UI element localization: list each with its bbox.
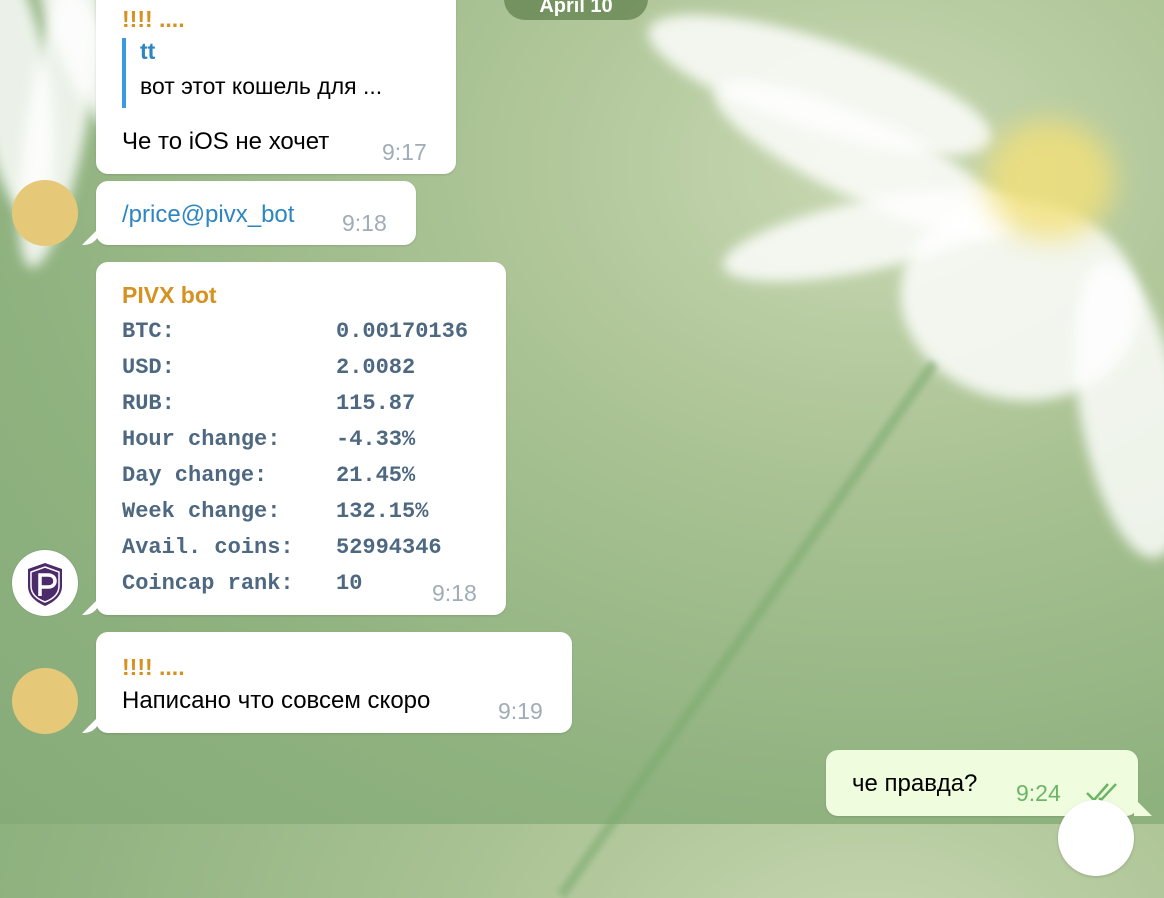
price-row: Avail. coins: 52994346 [122, 529, 468, 565]
bot-avatar[interactable] [12, 550, 78, 616]
price-table: BTC: 0.00170136 USD: 2.0082 RUB: 115.87 Hou… [122, 313, 468, 601]
message-time: 9:17 [382, 139, 427, 165]
message-bubble[interactable]: PIVX bot BTC: 0.00170136 USD: 2.0082 RUB: 1… [96, 262, 506, 615]
message-time: 9:19 [498, 698, 543, 724]
avatar[interactable] [12, 180, 78, 246]
price-row: USD: 2.0082 [122, 349, 468, 385]
pivx-logo-icon [28, 563, 62, 606]
reply-sender: tt [140, 38, 156, 64]
message-bubble[interactable]: !!!! .... Написано что совсем скоро 9:19 [96, 632, 572, 733]
price-row: BTC: 0.00170136 [122, 313, 468, 349]
message-bubble[interactable]: /price@pivx_bot 9:18 [96, 181, 416, 245]
message-time: 9:18 [432, 580, 477, 606]
price-key: BTC: [122, 318, 175, 344]
price-value: 21.45% [336, 462, 416, 488]
price-value: 115.87 [336, 390, 416, 416]
price-value: 0.00170136 [336, 318, 469, 344]
price-key: Avail. coins: [122, 534, 294, 560]
price-key: RUB: [122, 390, 175, 416]
scroll-down-button[interactable] [1058, 800, 1134, 876]
price-key: Day change: [122, 462, 268, 488]
price-value: 132.15% [336, 498, 429, 524]
price-value: 52994346 [336, 534, 442, 560]
message-text: че правда? [852, 770, 978, 797]
date-separator: April 10 [504, 0, 648, 20]
message-time: 9:18 [342, 210, 387, 236]
bot-command-link[interactable]: /price@pivx_bot [122, 201, 294, 229]
avatar[interactable] [12, 668, 78, 734]
message-bubble[interactable]: !!!! .... tt вот этот кошель для ... Че … [96, 0, 456, 174]
price-value: -4.33% [336, 426, 416, 452]
price-row: Day change: 21.45% [122, 457, 468, 493]
price-row: RUB: 115.87 [122, 385, 468, 421]
price-value: 2.0082 [336, 354, 416, 380]
reply-text: вот этот кошель для ... [140, 73, 383, 99]
message-time: 9:24 [1016, 780, 1061, 806]
message-text: Написано что совсем скоро [122, 687, 431, 714]
message-sender[interactable]: !!!! .... [122, 6, 185, 33]
message-sender[interactable]: PIVX bot [122, 282, 217, 309]
message-sender[interactable]: !!!! .... [122, 654, 185, 681]
reply-quote[interactable]: tt вот этот кошель для ... [122, 38, 382, 108]
price-row: Coincap rank: 10 [122, 565, 468, 601]
price-key: Week change: [122, 498, 281, 524]
price-key: USD: [122, 354, 175, 380]
price-row: Week change: 132.15% [122, 493, 468, 529]
price-key: Coincap rank: [122, 570, 294, 596]
price-row: Hour change: -4.33% [122, 421, 468, 457]
message-text: Че то iOS не хочет [122, 128, 330, 155]
price-value: 10 [336, 570, 363, 596]
price-key: Hour change: [122, 426, 281, 452]
